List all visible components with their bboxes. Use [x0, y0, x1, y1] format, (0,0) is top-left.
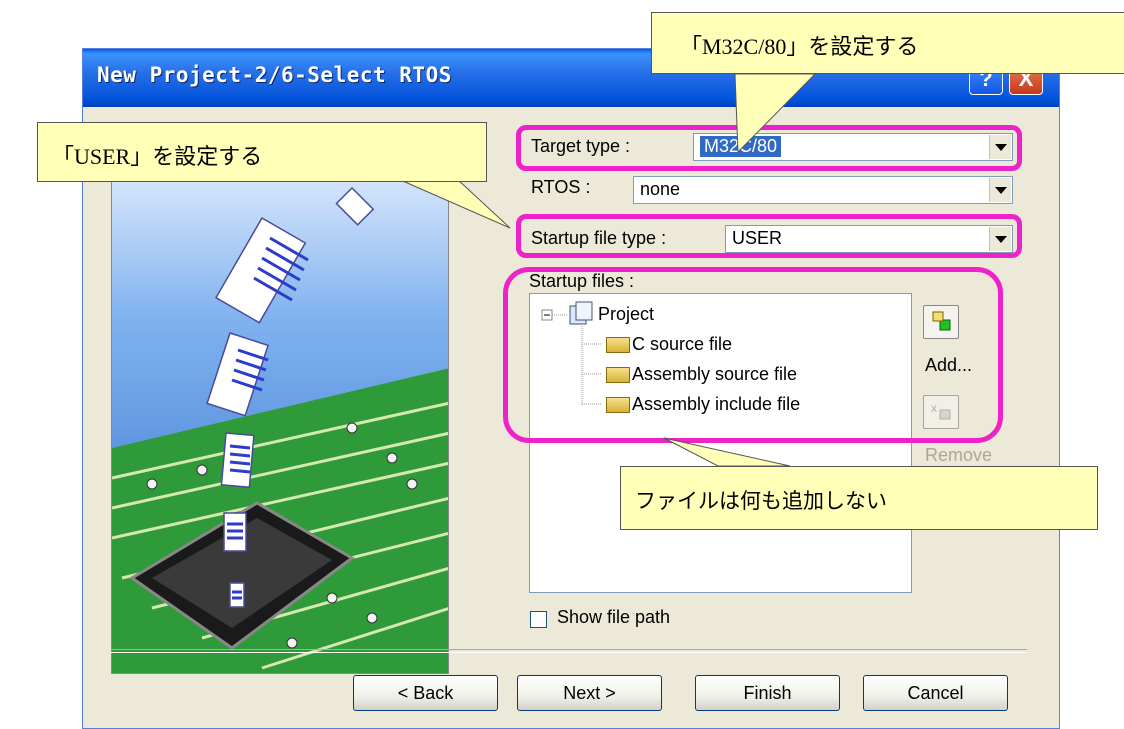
- cancel-button[interactable]: Cancel: [863, 675, 1008, 711]
- finish-button[interactable]: Finish: [695, 675, 840, 711]
- highlight-target-type: [516, 125, 1022, 171]
- callout-target-type: 「M32C/80」を設定する: [651, 12, 1124, 74]
- callout-startup-files: ファイルは何も追加しない: [620, 466, 1098, 530]
- show-path-checkbox[interactable]: [530, 611, 547, 628]
- next-button[interactable]: Next >: [517, 675, 662, 711]
- rtos-value: none: [640, 179, 681, 199]
- remove-label: Remove: [925, 445, 993, 465]
- show-path-label[interactable]: Show file path: [557, 607, 670, 628]
- chevron-down-icon[interactable]: [989, 178, 1011, 202]
- wizard-illustration: [111, 127, 449, 674]
- rtos-label: RTOS :: [531, 177, 591, 197]
- window-title: New Project-2/6-Select RTOS: [97, 63, 452, 87]
- back-button[interactable]: < Back: [353, 675, 498, 711]
- separator: [111, 649, 1027, 653]
- rtos-combo[interactable]: none: [633, 176, 1013, 204]
- callout-startup-type: 「USER」を設定する: [37, 122, 487, 182]
- highlight-startup-type: [516, 214, 1022, 258]
- highlight-startup-files: [503, 267, 1003, 443]
